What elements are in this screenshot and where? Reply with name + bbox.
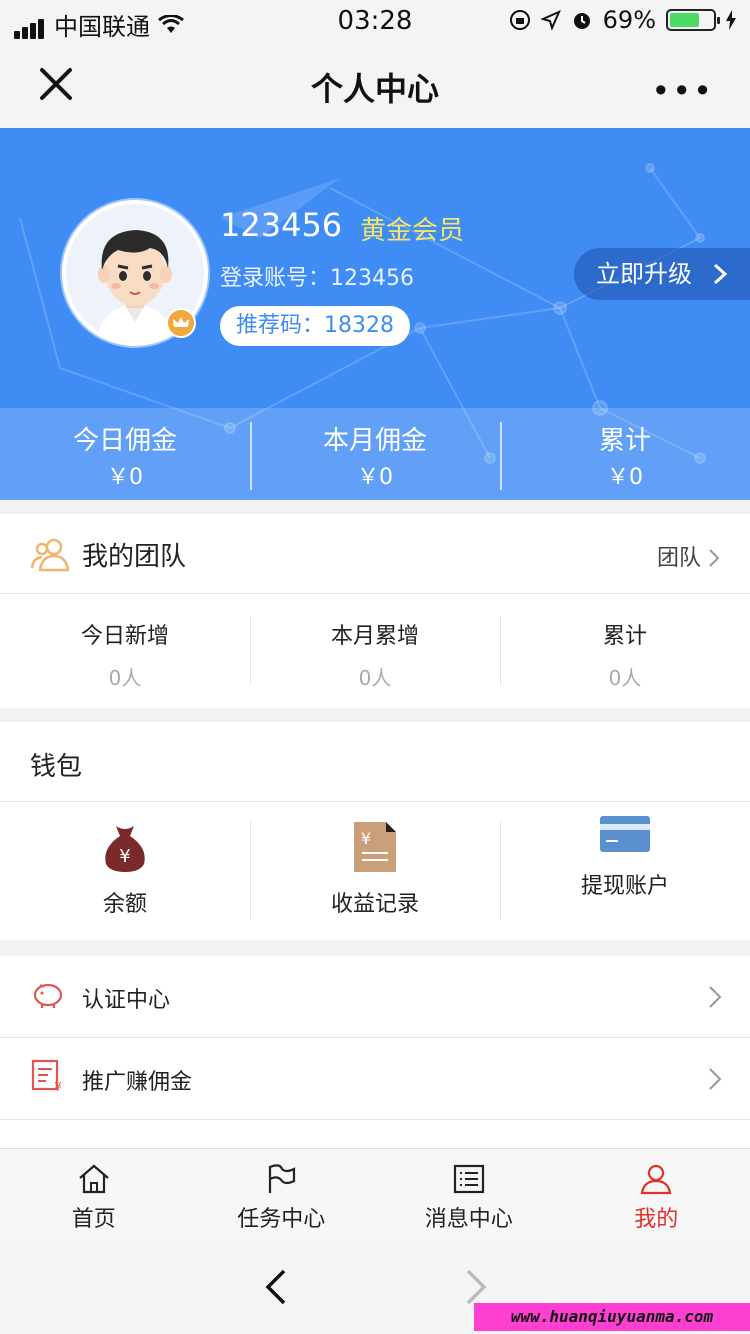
team-stat-today: 今日新增 0人 bbox=[0, 594, 250, 708]
wallet-item-label: 余额 bbox=[102, 892, 147, 917]
menu-item-promotion[interactable]: ¥ 推广赚佣金 bbox=[0, 1038, 750, 1120]
team-stat-value: 0人 bbox=[108, 666, 142, 690]
list-icon bbox=[453, 1164, 484, 1194]
my-team-card: 我的团队 团队 今日新增 0人 本月累增 0人 累计 0人 bbox=[0, 514, 750, 708]
referral-code-badge[interactable]: 推荐码：18328 bbox=[220, 306, 410, 346]
money-bag-icon: ¥ bbox=[105, 826, 145, 872]
upgrade-button[interactable]: 立即升级 bbox=[574, 248, 750, 300]
forward-arrow-icon[interactable] bbox=[462, 1268, 490, 1306]
battery-icon bbox=[666, 9, 720, 31]
piggy-bank-icon bbox=[33, 983, 63, 1008]
card-icon bbox=[600, 816, 650, 852]
charging-icon bbox=[726, 10, 736, 30]
team-stat-label: 今日新增 bbox=[80, 624, 169, 649]
team-stat-label: 本月累增 bbox=[330, 624, 419, 649]
team-stat-value: 0人 bbox=[358, 666, 392, 690]
menu-item-certification[interactable]: 认证中心 bbox=[0, 956, 750, 1038]
earnings-value: ￥0 bbox=[607, 465, 643, 490]
wallet-item-label: 提现账户 bbox=[580, 874, 669, 899]
earnings-today: 今日佣金 ￥0 bbox=[0, 408, 250, 500]
team-icon bbox=[30, 538, 70, 572]
team-stat-label: 累计 bbox=[602, 624, 647, 649]
status-bar: 中国联通 03:28 69% bbox=[0, 0, 750, 42]
page-title: 个人中心 bbox=[310, 70, 439, 108]
wallet-balance[interactable]: ¥ 余额 bbox=[0, 802, 250, 940]
wallet-item-label: 收益记录 bbox=[330, 892, 419, 917]
wallet-title: 钱包 bbox=[0, 722, 750, 802]
membership-level: 黄金会员 bbox=[360, 216, 465, 246]
back-arrow-icon[interactable] bbox=[262, 1268, 290, 1306]
earnings-label: 本月佣金 bbox=[322, 426, 427, 456]
svg-text:¥: ¥ bbox=[361, 829, 371, 848]
receipt-icon: ¥ bbox=[354, 822, 396, 872]
team-title: 我的团队 bbox=[82, 542, 187, 572]
more-options-button[interactable]: ••• bbox=[651, 72, 714, 110]
home-icon bbox=[79, 1164, 109, 1194]
team-link[interactable]: 团队 bbox=[657, 540, 720, 572]
watermark: www.huanqiuyuanma.com bbox=[474, 1303, 750, 1331]
earnings-total: 累计 ￥0 bbox=[500, 408, 750, 500]
earnings-summary: 今日佣金 ￥0 本月佣金 ￥0 累计 ￥0 bbox=[0, 408, 750, 500]
wallet-withdraw-account[interactable]: 提现账户 bbox=[500, 802, 750, 940]
user-icon bbox=[640, 1164, 672, 1195]
tab-bar: 首页 任务中心 消息中心 我的 bbox=[0, 1148, 750, 1240]
invoice-icon: ¥ bbox=[31, 1059, 62, 1094]
earnings-label: 累计 bbox=[598, 426, 651, 456]
profile-header: 123456 黄金会员 登录账号：123456 推荐码：18328 立即升级 今… bbox=[0, 128, 750, 500]
earnings-value: ￥0 bbox=[357, 465, 393, 490]
flag-icon bbox=[269, 1164, 296, 1193]
team-header[interactable]: 我的团队 团队 bbox=[0, 514, 750, 594]
tab-label: 消息中心 bbox=[424, 1207, 513, 1232]
team-stat-value: 0人 bbox=[608, 666, 642, 690]
menu-item-label: 推广赚佣金 bbox=[82, 1070, 193, 1095]
battery-percent: 69% bbox=[602, 6, 656, 34]
earnings-value: ￥0 bbox=[107, 465, 143, 490]
earnings-label: 今日佣金 bbox=[72, 426, 177, 456]
team-stat-total: 累计 0人 bbox=[500, 594, 750, 708]
chevron-right-icon bbox=[709, 549, 720, 567]
tab-home[interactable]: 首页 bbox=[0, 1149, 188, 1240]
svg-text:¥: ¥ bbox=[54, 1080, 62, 1094]
location-icon bbox=[540, 10, 561, 30]
alarm-icon bbox=[573, 13, 590, 29]
wallet-earnings-record[interactable]: ¥ 收益记录 bbox=[250, 802, 500, 940]
menu-item-label: 认证中心 bbox=[82, 988, 171, 1013]
earnings-month: 本月佣金 ￥0 bbox=[250, 408, 500, 500]
tab-tasks[interactable]: 任务中心 bbox=[188, 1149, 376, 1240]
tab-label: 我的 bbox=[634, 1207, 679, 1232]
team-stat-month: 本月累增 0人 bbox=[250, 594, 500, 708]
team-link-label: 团队 bbox=[656, 546, 701, 571]
chevron-right-icon bbox=[709, 1068, 722, 1090]
chevron-right-icon bbox=[713, 264, 728, 284]
navigation-bar: 个人中心 ••• bbox=[0, 42, 750, 128]
tab-messages[interactable]: 消息中心 bbox=[375, 1149, 563, 1240]
tab-mine[interactable]: 我的 bbox=[563, 1149, 750, 1240]
wallet-card: 钱包 ¥ 余额 ¥ 收益记录 提现账户 bbox=[0, 722, 750, 940]
upgrade-label: 立即升级 bbox=[596, 260, 692, 288]
crown-badge-icon bbox=[166, 308, 196, 338]
login-account: 登录账号：123456 bbox=[220, 266, 414, 291]
orientation-lock-icon bbox=[509, 10, 530, 30]
chevron-right-icon bbox=[709, 986, 722, 1008]
svg-text:¥: ¥ bbox=[119, 846, 130, 867]
menu-list: 认证中心 ¥ 推广赚佣金 bbox=[0, 956, 750, 1156]
tab-label: 首页 bbox=[71, 1207, 116, 1232]
tab-label: 任务中心 bbox=[237, 1207, 326, 1232]
username: 123456 bbox=[220, 206, 343, 244]
